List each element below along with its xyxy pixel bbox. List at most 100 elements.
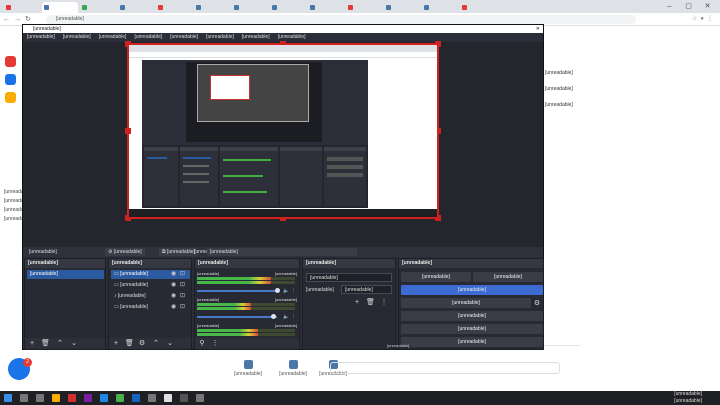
close-button[interactable]: ✕ [698, 0, 717, 13]
browser-tab[interactable] [80, 2, 116, 13]
browser-tab[interactable] [308, 2, 344, 13]
menu-tools[interactable]: [unreadable] [242, 34, 270, 40]
app-icon[interactable] [116, 394, 124, 402]
browser-tab[interactable] [460, 2, 496, 13]
taskbar-clock[interactable]: [unreadable] [unreadable] [674, 391, 702, 405]
start-streaming-button[interactable]: [unreadable] [401, 272, 471, 282]
reload-icon[interactable]: ↻ [25, 16, 35, 23]
back-icon[interactable]: ← [3, 16, 14, 23]
slider-knob[interactable] [275, 288, 280, 293]
lock-icon[interactable]: ⊡ [180, 281, 185, 290]
chrome-icon[interactable] [164, 394, 172, 402]
browser-tab[interactable] [346, 2, 382, 13]
close-icon[interactable]: ✕ [536, 25, 540, 33]
trash-icon[interactable]: 🗑 [125, 340, 134, 348]
browser-tab[interactable] [232, 2, 268, 13]
lock-icon[interactable]: ⊡ [180, 303, 185, 312]
kebab-icon[interactable]: ⋮ [380, 299, 388, 307]
stop-streaming-button[interactable]: [unreadable] [473, 272, 543, 282]
browser-tab[interactable] [118, 2, 154, 13]
start-icon[interactable] [4, 394, 12, 402]
trash-icon[interactable]: 🗑 [41, 340, 50, 348]
kebab-icon[interactable]: ⋮ [211, 340, 219, 348]
maximize-button[interactable]: ▢ [679, 0, 698, 13]
source-item[interactable]: ▭ [unreadable] ◉ ⊡ [111, 303, 190, 312]
meet-icon[interactable] [5, 74, 16, 85]
app-icon[interactable] [100, 394, 108, 402]
trash-icon[interactable]: 🗑 [366, 299, 375, 307]
browser-tab[interactable] [4, 2, 40, 13]
app-icon[interactable] [196, 394, 204, 402]
eye-icon[interactable]: ◉ [171, 303, 176, 312]
transition-select[interactable]: [unreadable] [306, 273, 392, 282]
eye-icon[interactable]: ◉ [171, 292, 176, 301]
youtube-icon[interactable] [5, 56, 16, 67]
volume-slider[interactable] [197, 290, 277, 292]
resize-handle[interactable] [125, 128, 131, 134]
scene-item[interactable]: [unreadable] [27, 270, 104, 279]
source-item[interactable]: ▭ [unreadable] ◉ ⊡ [111, 281, 190, 290]
app-icon[interactable] [68, 394, 76, 402]
message-input[interactable] [330, 362, 560, 374]
nav-item[interactable]: [unreadable] [273, 360, 313, 377]
address-bar[interactable]: [unreadable] [46, 15, 636, 24]
studio-mode-button[interactable]: [unreadable] [401, 311, 543, 321]
taskview-icon[interactable] [36, 394, 44, 402]
lock-icon[interactable]: ⊡ [180, 270, 185, 279]
up-icon[interactable]: ⌃ [56, 340, 64, 348]
menu-icon[interactable]: ⋮ [707, 16, 716, 22]
word-icon[interactable] [132, 394, 140, 402]
settings-button[interactable]: [unreadable] [401, 324, 543, 334]
volume-slider[interactable] [197, 316, 277, 318]
browser-tab[interactable] [270, 2, 306, 13]
explorer-icon[interactable] [52, 394, 60, 402]
minimize-button[interactable]: – [660, 0, 679, 13]
app-icon[interactable] [84, 394, 92, 402]
browser-tab[interactable] [156, 2, 192, 13]
preview-capture[interactable] [125, 41, 441, 221]
down-icon[interactable]: ⌄ [70, 340, 78, 348]
link-icon[interactable]: ⚲ [198, 340, 206, 348]
menu-docks[interactable]: [unreadable] [134, 34, 162, 40]
duration-input[interactable]: [unreadable] [341, 285, 392, 294]
browser-tab[interactable] [422, 2, 458, 13]
kebab-icon[interactable]: ⋮ [291, 288, 296, 294]
gear-icon[interactable]: ⚙ [138, 340, 146, 348]
menu-scene-collection[interactable]: [unreadable] [206, 34, 234, 40]
speaker-icon[interactable]: 🔈 [283, 314, 289, 320]
virtual-camera-button[interactable]: [unreadable] [401, 298, 531, 308]
add-icon[interactable]: + [112, 340, 120, 348]
obs-preview[interactable] [23, 41, 543, 247]
up-icon[interactable]: ⌃ [152, 340, 160, 348]
menu-view[interactable]: [unreadable] [99, 34, 127, 40]
forward-icon[interactable]: → [14, 16, 25, 23]
eye-icon[interactable]: ◉ [171, 270, 176, 279]
browser-tab[interactable] [194, 2, 230, 13]
app-icon[interactable] [148, 394, 156, 402]
search-icon[interactable] [20, 394, 28, 402]
profile-icon[interactable]: ● [700, 16, 707, 22]
gear-icon[interactable]: ⚙ [533, 300, 541, 308]
eye-icon[interactable]: ◉ [171, 281, 176, 290]
device-select[interactable]: [unreadable] [207, 248, 357, 256]
obs-icon[interactable] [180, 394, 188, 402]
down-icon[interactable]: ⌄ [166, 340, 174, 348]
speaker-icon[interactable]: 🔈 [283, 288, 289, 294]
add-icon[interactable]: + [28, 340, 36, 348]
kebab-icon[interactable]: ⋮ [291, 314, 296, 320]
browser-tab[interactable] [42, 2, 78, 13]
source-item[interactable]: ♪ [unreadable] ◉ ⊡ [111, 292, 190, 301]
money-icon[interactable] [5, 92, 16, 103]
exit-button[interactable]: [unreadable] [401, 337, 543, 347]
source-item[interactable]: ▭ [unreadable] ◉ ⊡ [111, 270, 190, 279]
nav-item[interactable]: [unreadable] [228, 360, 268, 377]
menu-help[interactable]: [unreadable] [278, 34, 306, 40]
lock-icon[interactable]: ⊡ [180, 292, 185, 301]
start-recording-button[interactable]: [unreadable] [401, 285, 543, 295]
menu-profile[interactable]: [unreadable] [170, 34, 198, 40]
properties-button[interactable]: ⚙ [unreadable] [105, 248, 145, 256]
add-icon[interactable]: + [353, 299, 361, 307]
slider-knob[interactable] [271, 314, 276, 319]
menu-file[interactable]: [unreadable] [27, 34, 55, 40]
menu-edit[interactable]: [unreadable] [63, 34, 91, 40]
